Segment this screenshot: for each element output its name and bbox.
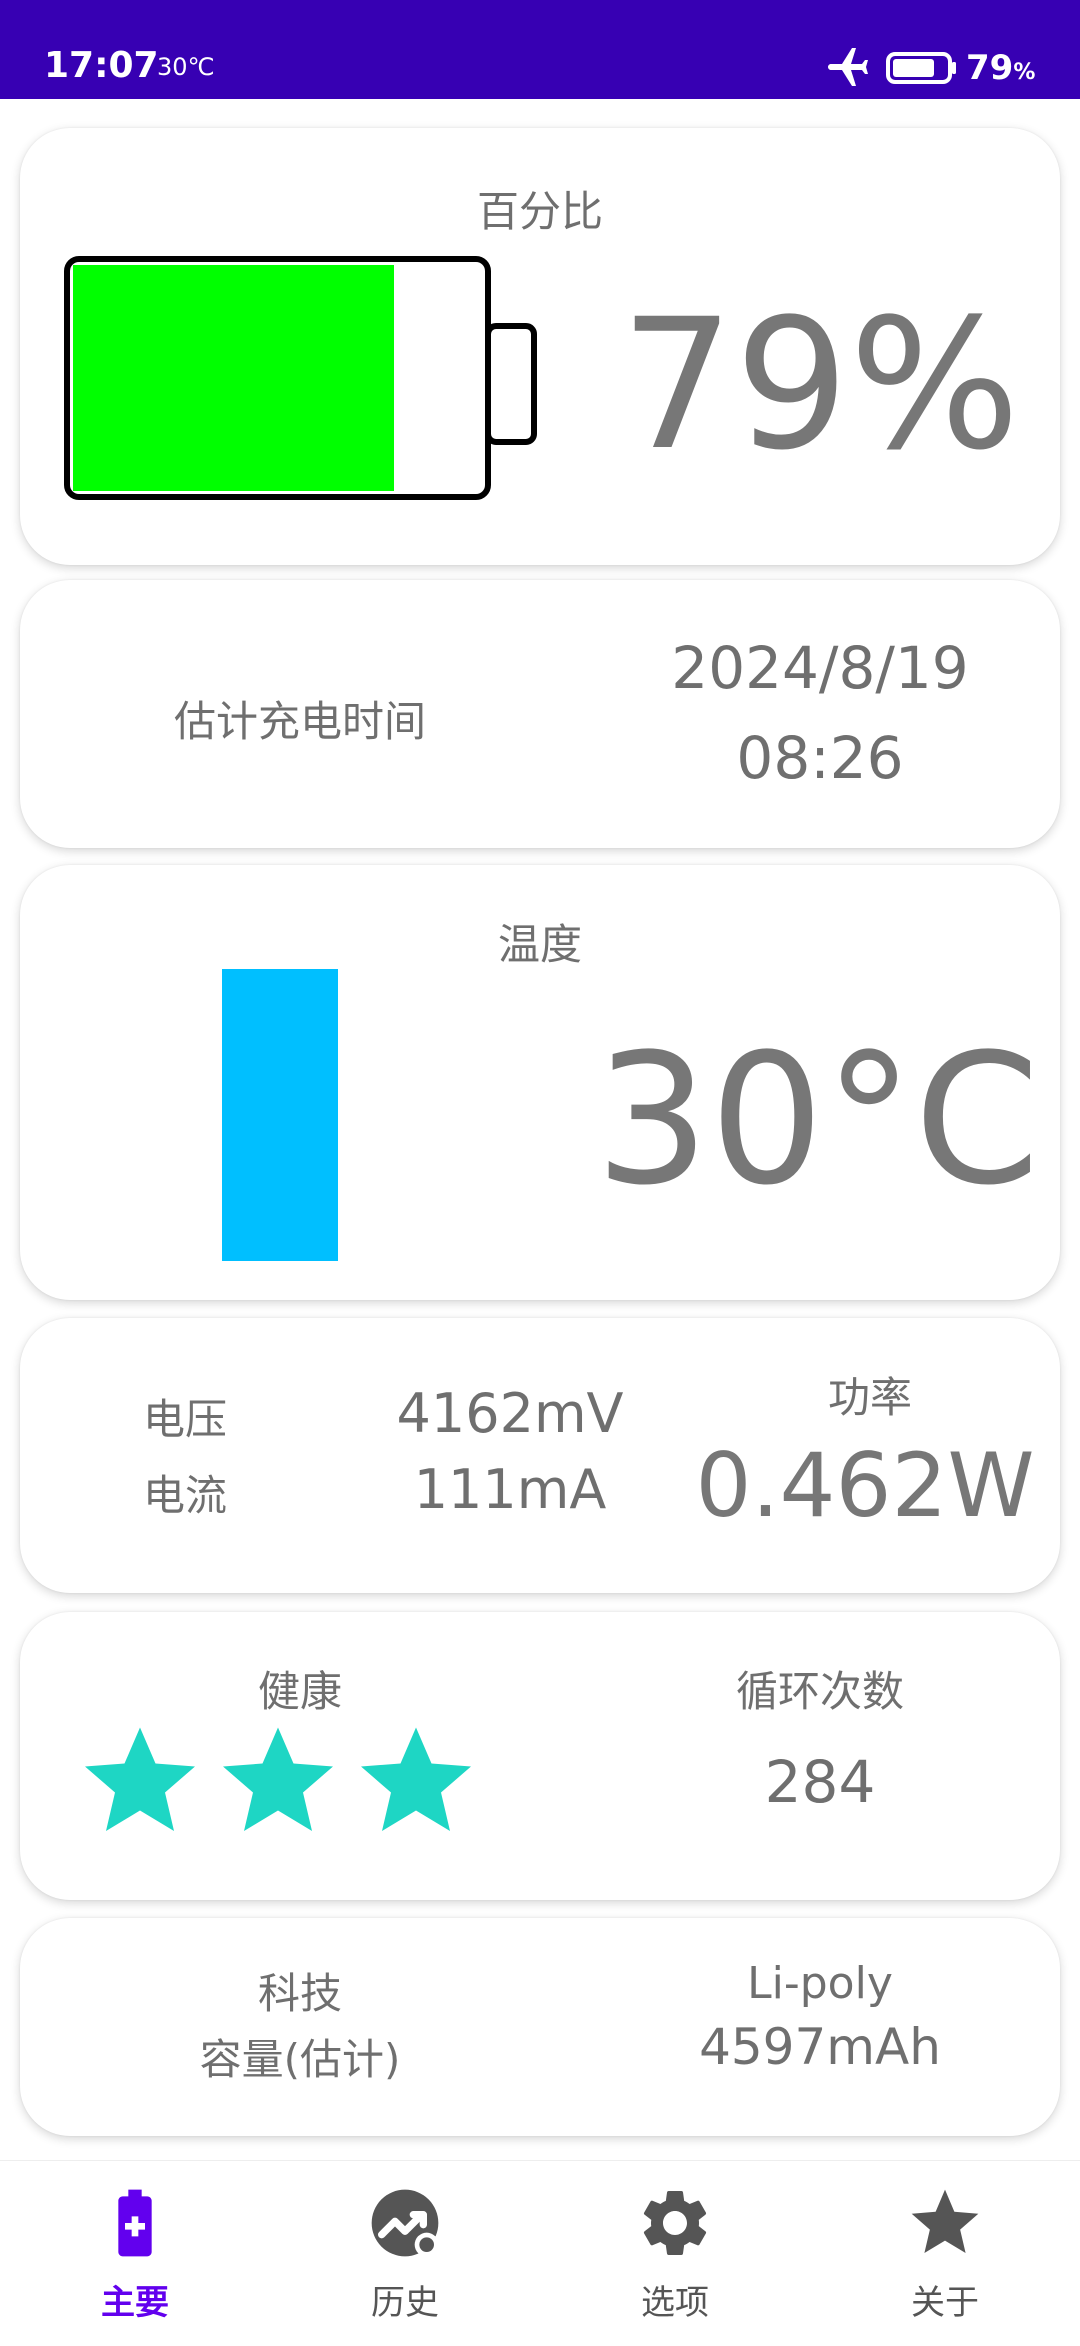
health-label: 健康 [257, 1667, 342, 1716]
battery-icon [886, 52, 956, 84]
charge-date-value: 2024/8/19 [671, 634, 969, 702]
nav-about-label: 关于 [911, 2283, 979, 2323]
nav-main-label: 主要 [101, 2283, 169, 2323]
history-chart-icon [371, 2189, 439, 2257]
bottom-navigation: 主要 历史 选项 关于 [0, 2160, 1080, 2346]
cycles-label: 循环次数 [735, 1667, 904, 1716]
nav-options-label: 选项 [641, 2283, 709, 2323]
health-star-icon [361, 1727, 471, 1831]
health-star-icon [85, 1727, 195, 1831]
temperature-bar [222, 969, 338, 1261]
status-temperature: 30℃ [157, 53, 215, 81]
battery-plus-icon [118, 2189, 152, 2257]
status-bar: 17:07 30℃ 79% [0, 0, 1080, 99]
percentage-label: 百分比 [476, 187, 603, 236]
capacity-label: 容量(估计) [199, 2035, 401, 2084]
nav-history-label: 历史 [371, 2283, 439, 2323]
current-label: 电流 [142, 1471, 227, 1520]
charge-time-card: 估计充电时间 2024/8/19 08:26 [20, 580, 1060, 848]
percentage-card: 百分比 79% [20, 128, 1060, 565]
percentage-value: 79% [620, 281, 1021, 490]
nav-about[interactable]: 关于 [810, 2161, 1080, 2346]
status-battery-percent: 79% [966, 48, 1036, 88]
health-card: 健康 循环次数 284 [20, 1612, 1060, 1900]
current-value: 111mA [413, 1458, 607, 1521]
tech-value: Li-poly [747, 1958, 893, 2009]
voltage-value: 4162mV [396, 1382, 624, 1445]
health-star-icon [223, 1727, 333, 1831]
temperature-card: 温度 30°C [20, 865, 1060, 1300]
cycles-value: 284 [764, 1748, 876, 1816]
gear-icon [643, 2191, 707, 2255]
tech-card: 科技 容量(估计) Li-poly 4597mAh [20, 1918, 1060, 2136]
power-label: 功率 [827, 1373, 912, 1422]
airplane-mode-icon [828, 48, 868, 86]
power-card: 电压 4162mV 电流 111mA 功率 0.462W [20, 1318, 1060, 1593]
nav-main[interactable]: 主要 [0, 2161, 270, 2346]
power-value: 0.462W [695, 1434, 1035, 1537]
health-stars [80, 1720, 500, 1840]
charge-time-value: 08:26 [736, 724, 904, 792]
temperature-value: 30°C [595, 1016, 1040, 1225]
nav-options[interactable]: 选项 [540, 2161, 810, 2346]
capacity-value: 4597mAh [699, 2018, 941, 2076]
nav-history[interactable]: 历史 [270, 2161, 540, 2346]
voltage-label: 电压 [142, 1395, 227, 1444]
star-icon [911, 2189, 979, 2253]
tech-label: 科技 [257, 1969, 342, 2018]
temperature-label: 温度 [497, 920, 582, 969]
battery-level-icon [64, 256, 537, 500]
charge-time-label: 估计充电时间 [173, 697, 426, 746]
status-time: 17:07 [44, 45, 159, 86]
